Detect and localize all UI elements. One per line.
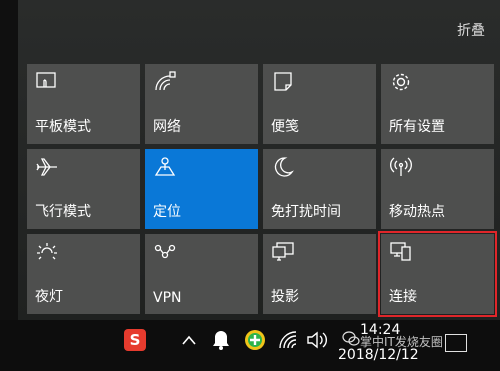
- tile-night-light[interactable]: 夜灯: [27, 234, 140, 314]
- tile-vpn[interactable]: VPN: [145, 234, 258, 314]
- tablet-mode-icon: [36, 72, 56, 88]
- sogou-ime-icon[interactable]: S: [124, 329, 146, 351]
- tile-note[interactable]: 便笺: [263, 64, 376, 144]
- tile-quiet-hours[interactable]: 免打扰时间: [263, 149, 376, 229]
- connect-icon: [390, 242, 411, 261]
- tile-label: 定位: [153, 204, 181, 220]
- bell-icon[interactable]: [212, 330, 230, 350]
- tile-label: 便笺: [271, 119, 299, 135]
- tile-label: 投影: [271, 289, 299, 305]
- tile-label: 免打扰时间: [271, 204, 341, 220]
- wifi-icon[interactable]: [278, 330, 298, 350]
- tile-all-settings[interactable]: 所有设置: [381, 64, 494, 144]
- wechat-logo-icon: [342, 331, 360, 346]
- tile-location[interactable]: 定位: [145, 149, 258, 229]
- action-center-panel: 折叠 平板模式 网络 便笺 所有设置 飞行模式 定位 免打扰时间 移动热点 夜灯…: [0, 0, 500, 320]
- tile-project[interactable]: 投影: [263, 234, 376, 314]
- note-icon: [274, 72, 292, 91]
- brightness-icon: [37, 243, 57, 260]
- tile-label: 所有设置: [389, 119, 445, 135]
- moon-icon: [274, 157, 294, 177]
- tile-airplane-mode[interactable]: 飞行模式: [27, 149, 140, 229]
- tile-label: 网络: [153, 119, 181, 135]
- tile-mobile-hotspot[interactable]: 移动热点: [381, 149, 494, 229]
- tile-label: 平板模式: [35, 119, 91, 135]
- green-plus-icon[interactable]: [244, 329, 266, 351]
- tile-label: 连接: [389, 289, 417, 305]
- tile-connect[interactable]: 连接: [378, 231, 497, 317]
- airplane-icon: [36, 158, 57, 176]
- tile-network[interactable]: 网络: [145, 64, 258, 144]
- tile-label: 飞行模式: [35, 204, 91, 220]
- location-icon: [154, 157, 176, 176]
- tile-label: VPN: [153, 290, 182, 306]
- tile-label: 移动热点: [389, 204, 445, 220]
- chevron-up-icon[interactable]: [181, 334, 197, 346]
- gear-icon: [392, 73, 410, 91]
- watermark-text: 掌中IT发烧友圈: [360, 335, 443, 349]
- tile-label: 夜灯: [35, 289, 63, 305]
- tile-tablet-mode[interactable]: 平板模式: [27, 64, 140, 144]
- vpn-icon: [154, 244, 176, 259]
- notification-center-icon[interactable]: [445, 334, 467, 352]
- collapse-link[interactable]: 折叠: [457, 20, 485, 40]
- network-icon: [155, 71, 176, 91]
- hotspot-icon: [390, 157, 412, 176]
- volume-icon[interactable]: [306, 330, 328, 350]
- project-icon: [272, 242, 294, 261]
